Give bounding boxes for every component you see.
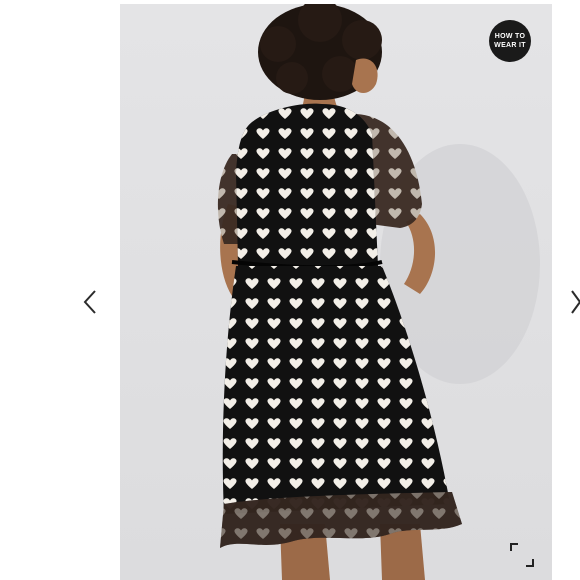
how-to-wear-it-button[interactable]: HOW TO WEAR IT	[489, 20, 531, 62]
expand-icon	[510, 543, 534, 567]
next-image-button[interactable]	[570, 284, 580, 320]
previous-image-button[interactable]	[76, 284, 104, 320]
chevron-left-icon	[83, 290, 96, 314]
how-to-wear-it-line2: WEAR IT	[494, 42, 526, 49]
fullscreen-button[interactable]	[508, 541, 536, 569]
product-photo	[120, 4, 552, 580]
how-to-wear-it-line1: HOW TO	[494, 33, 526, 40]
product-image-viewer: HOW TO WEAR IT	[0, 0, 580, 580]
model-back-view-illustration	[217, 4, 540, 580]
chevron-right-icon	[571, 290, 580, 314]
